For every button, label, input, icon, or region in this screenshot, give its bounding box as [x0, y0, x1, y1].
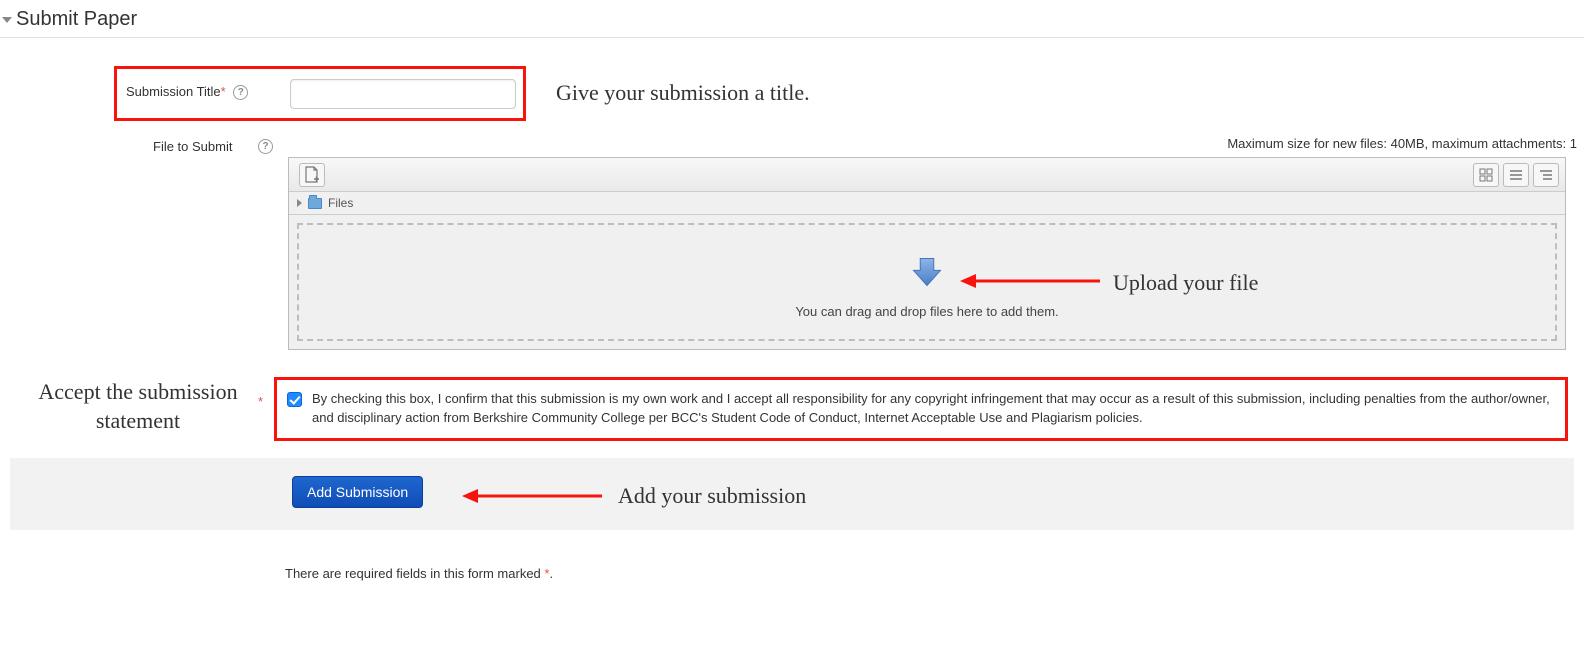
file-to-submit-label: File to Submit: [153, 139, 232, 154]
file-tree-row[interactable]: Files: [289, 192, 1565, 215]
section-header[interactable]: Submit Paper: [0, 0, 1584, 38]
statement-row[interactable]: By checking this box, I confirm that thi…: [287, 390, 1555, 428]
file-tree-label: Files: [328, 196, 353, 210]
view-list-button[interactable]: [1503, 163, 1529, 187]
required-asterisk: *: [221, 84, 226, 99]
annotation-give-title: Give your submission a title.: [556, 80, 810, 106]
tree-icon: [1539, 168, 1553, 182]
collapse-caret-icon: [2, 17, 12, 23]
required-asterisk: *: [258, 394, 263, 409]
annotation-add-submission: Add your submission: [618, 483, 806, 509]
annotation-upload-file: Upload your file: [1113, 270, 1258, 296]
file-add-icon: [304, 166, 320, 184]
file-picker: Files You can drag and drop files here t…: [288, 157, 1566, 350]
tree-caret-icon: [297, 199, 302, 207]
add-file-button[interactable]: [299, 163, 325, 187]
view-tree-button[interactable]: [1533, 163, 1559, 187]
statement-checkbox[interactable]: [287, 392, 302, 407]
help-icon[interactable]: ?: [258, 139, 273, 154]
section-title: Submit Paper: [16, 8, 137, 31]
folder-icon: [308, 198, 322, 209]
grid-icon: [1479, 168, 1493, 182]
statement-text: By checking this box, I confirm that thi…: [312, 390, 1555, 428]
drop-hint-text: You can drag and drop files here to add …: [309, 304, 1545, 319]
submission-title-label: Submission Title* ?: [126, 84, 248, 100]
help-icon[interactable]: ?: [233, 85, 248, 100]
file-drop-zone[interactable]: You can drag and drop files here to add …: [297, 223, 1557, 341]
required-note-prefix: There are required fields in this form m…: [285, 566, 544, 581]
file-picker-toolbar: [289, 158, 1565, 192]
annotation-box-statement: By checking this box, I confirm that thi…: [274, 377, 1568, 441]
download-arrow-icon: [910, 255, 944, 289]
view-grid-button[interactable]: [1473, 163, 1499, 187]
required-note-suffix: .: [549, 566, 553, 581]
submission-title-label-text: Submission Title: [126, 84, 221, 99]
max-size-note: Maximum size for new files: 40MB, maximu…: [1227, 136, 1577, 151]
submission-title-input[interactable]: [290, 79, 516, 109]
annotation-accept-statement: Accept the submission statement: [23, 378, 253, 435]
list-icon: [1509, 168, 1523, 182]
add-submission-button[interactable]: Add Submission: [292, 476, 423, 508]
required-fields-note: There are required fields in this form m…: [285, 566, 553, 581]
